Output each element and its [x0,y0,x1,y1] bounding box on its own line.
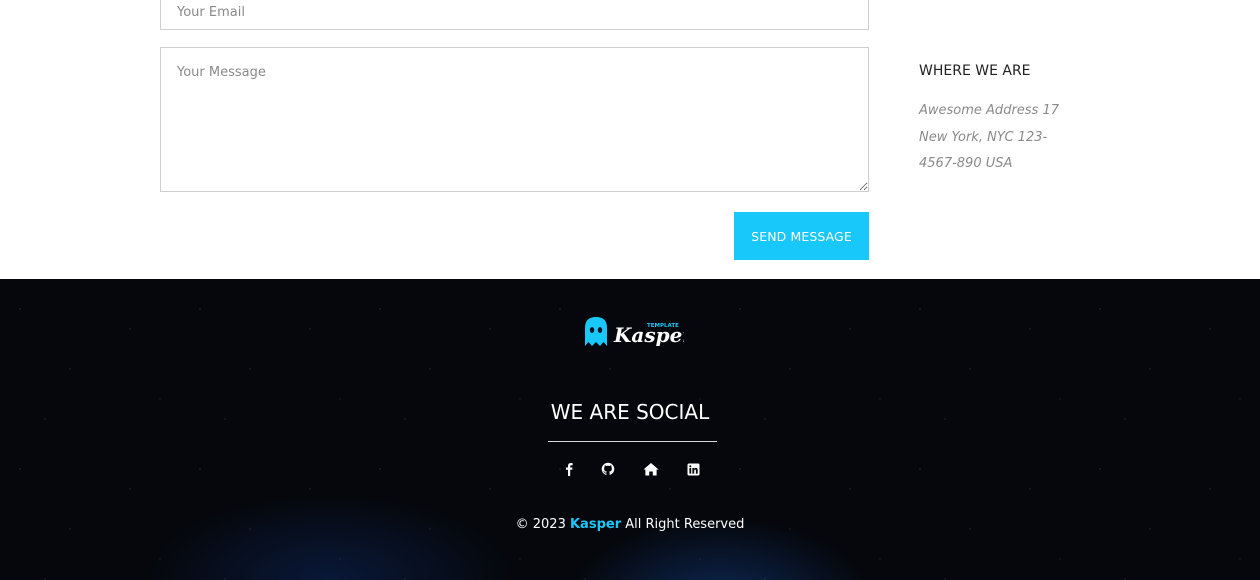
copyright-brand[interactable]: Kasper [570,517,621,532]
social-links [555,459,715,479]
address-line: New York, NYC 123- [919,129,1048,145]
home-icon[interactable] [641,459,661,479]
copyright-suffix: All Right Reserved [625,517,745,532]
message-field[interactable] [160,47,869,192]
facebook-icon[interactable] [559,459,579,479]
social-divider [548,441,717,442]
address-line: Awesome Address 17 [919,103,1060,118]
github-icon[interactable] [598,459,618,479]
send-message-button[interactable]: SEND MESSAGE [734,212,869,260]
location-title: WHERE WE ARE [919,63,1031,79]
email-field[interactable] [160,0,869,30]
address-line: 4567-890 USA [919,156,1013,171]
copyright: © 2023 Kasper All Right Reserved [0,517,1260,532]
footer: Kasper TEMPLATE WE ARE SOCIAL [0,279,1260,580]
ghost-icon: Kasper TEMPLATE [585,317,694,347]
copyright-prefix: © 2023 [515,517,566,532]
contact-section: SEND MESSAGE WHERE WE ARE Awesome Addres… [0,0,1260,279]
site-logo[interactable]: Kasper TEMPLATE [584,315,694,349]
logo-tag: TEMPLATE [647,323,679,329]
linkedin-icon[interactable] [683,459,703,479]
address-block: Awesome Address 17 New York, NYC 123- 45… [919,98,1069,178]
social-title: WE ARE SOCIAL [550,400,710,424]
